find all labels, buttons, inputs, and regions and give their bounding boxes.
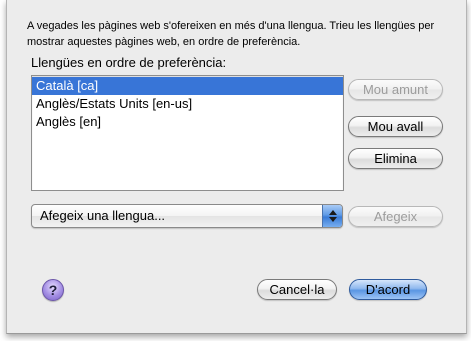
language-item-en-us[interactable]: Anglès/Estats Units [en-us]	[32, 95, 343, 113]
language-item-en[interactable]: Anglès [en]	[32, 113, 343, 131]
add-language-popup-label: Afegeix una llengua...	[40, 208, 166, 223]
question-mark-icon[interactable]: ?	[42, 279, 64, 301]
dialog-sheet: A vegades les pàgines web s'ofereixen en…	[6, 0, 467, 334]
cancel-button[interactable]: Cancel·la	[257, 279, 337, 300]
language-list[interactable]: Català [ca] Anglès/Estats Units [en-us] …	[31, 75, 344, 191]
intro-text: A vegades les pàgines web s'ofereixen en…	[27, 20, 435, 48]
add-button[interactable]: Afegeix	[348, 206, 443, 227]
add-language-popup[interactable]: Afegeix una llengua...	[31, 204, 343, 228]
move-down-button[interactable]: Mou avall	[348, 116, 443, 137]
ok-button[interactable]: D'acord	[349, 279, 427, 300]
language-item-ca[interactable]: Català [ca]	[32, 77, 343, 95]
move-up-button[interactable]: Mou amunt	[348, 79, 443, 100]
up-down-arrows-icon	[322, 205, 342, 227]
languages-dialog: A vegades les pàgines web s'ofereixen en…	[0, 0, 471, 341]
language-list-label: Llengües en ordre de preferència:	[31, 55, 227, 70]
remove-button[interactable]: Elimina	[348, 148, 443, 169]
